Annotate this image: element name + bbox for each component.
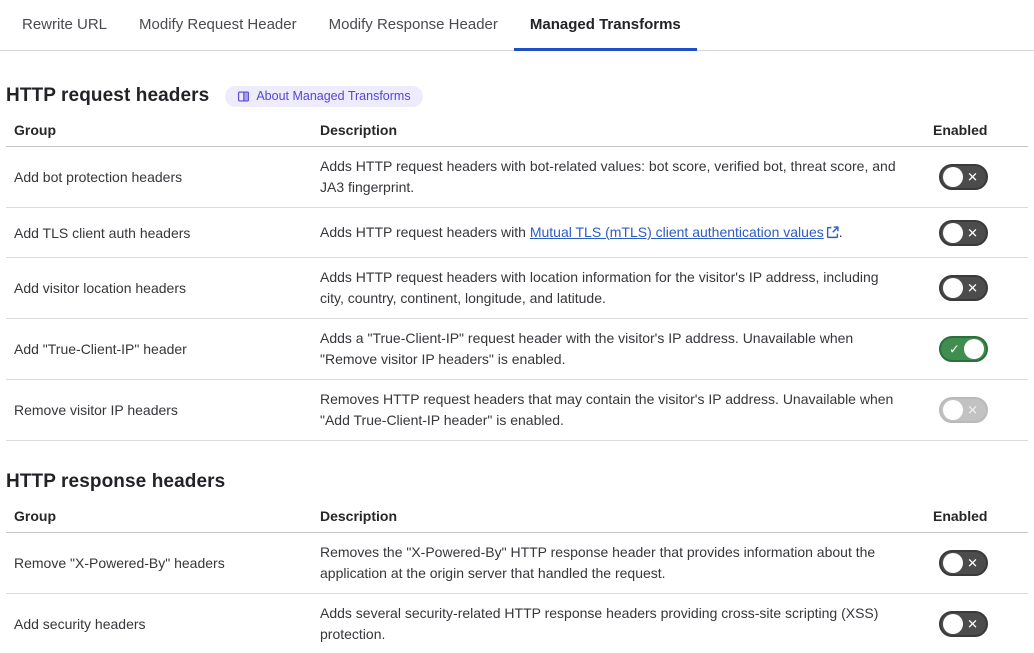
request-headers-title: HTTP request headers (6, 85, 209, 107)
row-group-label: Add security headers (14, 616, 320, 632)
toggle-x-icon: ✕ (967, 404, 978, 417)
badge-label: About Managed Transforms (256, 90, 410, 103)
row-description: Adds HTTP request headers with bot-relat… (320, 156, 933, 198)
column-header-description: Description (320, 508, 933, 524)
toggle-x-icon: ✕ (967, 557, 978, 570)
about-managed-transforms-badge[interactable]: About Managed Transforms (225, 86, 422, 107)
table-row-add-bot-protection: Add bot protection headers Adds HTTP req… (6, 147, 1028, 208)
toggle-knob (943, 223, 963, 243)
mtls-docs-link[interactable]: Mutual TLS (mTLS) client authentication … (530, 224, 839, 240)
row-group-label: Add TLS client auth headers (14, 225, 320, 241)
column-header-group: Group (14, 122, 320, 138)
row-group-label: Add visitor location headers (14, 280, 320, 296)
row-description: Adds a "True-Client-IP" request header w… (320, 328, 933, 370)
row-description: Adds several security-related HTTP respo… (320, 603, 933, 645)
response-headers-table: Group Description Enabled Remove "X-Powe… (6, 503, 1028, 653)
row-description: Adds HTTP request headers with Mutual TL… (320, 222, 933, 243)
toggle-x-icon: ✕ (967, 171, 978, 184)
request-table-header: Group Description Enabled (6, 117, 1028, 147)
request-headers-section-head: HTTP request headers About Managed Trans… (6, 85, 1028, 107)
toggle-knob (943, 614, 963, 634)
column-header-enabled: Enabled (933, 508, 988, 524)
response-table-header: Group Description Enabled (6, 503, 1028, 533)
description-prefix: Adds HTTP request headers with (320, 224, 530, 240)
row-group-label: Remove visitor IP headers (14, 402, 320, 418)
tab-modify-response-header[interactable]: Modify Response Header (313, 0, 514, 51)
transform-rules-tabbar: Rewrite URL Modify Request Header Modify… (0, 0, 1034, 51)
toggle-add-tls-client-auth[interactable]: ✓ ✕ (939, 220, 988, 246)
table-row-add-tls-client-auth: Add TLS client auth headers Adds HTTP re… (6, 208, 1028, 258)
toggle-knob (943, 278, 963, 298)
toggle-add-true-client-ip[interactable]: ✓ ✕ (939, 336, 988, 362)
link-text: Mutual TLS (mTLS) client authentication … (530, 224, 824, 240)
tab-modify-request-header[interactable]: Modify Request Header (123, 0, 313, 51)
toggle-remove-visitor-ip: ✓ ✕ (939, 397, 988, 423)
toggle-knob (964, 339, 984, 359)
toggle-knob (943, 167, 963, 187)
row-description: Adds HTTP request headers with location … (320, 267, 933, 309)
toggle-check-icon: ✓ (949, 343, 960, 356)
table-row-add-visitor-location: Add visitor location headers Adds HTTP r… (6, 258, 1028, 319)
row-description: Removes HTTP request headers that may co… (320, 389, 933, 431)
toggle-knob (943, 553, 963, 573)
managed-transforms-panel: HTTP request headers About Managed Trans… (0, 85, 1034, 653)
tab-managed-transforms[interactable]: Managed Transforms (514, 0, 697, 51)
toggle-remove-x-powered-by[interactable]: ✓ ✕ (939, 550, 988, 576)
column-header-group: Group (14, 508, 320, 524)
request-headers-table: Group Description Enabled Add bot protec… (6, 117, 1028, 441)
description-suffix: . (839, 224, 843, 240)
table-row-add-true-client-ip: Add "True-Client-IP" header Adds a "True… (6, 319, 1028, 380)
external-link-icon (824, 224, 839, 240)
toggle-x-icon: ✕ (967, 226, 978, 239)
row-group-label: Remove "X-Powered-By" headers (14, 555, 320, 571)
open-book-icon (237, 90, 250, 103)
toggle-x-icon: ✕ (967, 282, 978, 295)
toggle-x-icon: ✕ (967, 618, 978, 631)
row-group-label: Add "True-Client-IP" header (14, 341, 320, 357)
column-header-enabled: Enabled (933, 122, 988, 138)
response-headers-section-head: HTTP response headers (6, 471, 1028, 493)
row-description: Removes the "X-Powered-By" HTTP response… (320, 542, 933, 584)
table-row-remove-x-powered-by: Remove "X-Powered-By" headers Removes th… (6, 533, 1028, 594)
toggle-knob (943, 400, 963, 420)
table-row-remove-visitor-ip: Remove visitor IP headers Removes HTTP r… (6, 380, 1028, 441)
column-header-description: Description (320, 122, 933, 138)
toggle-add-visitor-location[interactable]: ✓ ✕ (939, 275, 988, 301)
tab-rewrite-url[interactable]: Rewrite URL (6, 0, 123, 51)
toggle-add-security-headers[interactable]: ✓ ✕ (939, 611, 988, 637)
row-group-label: Add bot protection headers (14, 169, 320, 185)
toggle-add-bot-protection[interactable]: ✓ ✕ (939, 164, 988, 190)
response-headers-title: HTTP response headers (6, 471, 225, 493)
table-row-add-security-headers: Add security headers Adds several securi… (6, 594, 1028, 653)
